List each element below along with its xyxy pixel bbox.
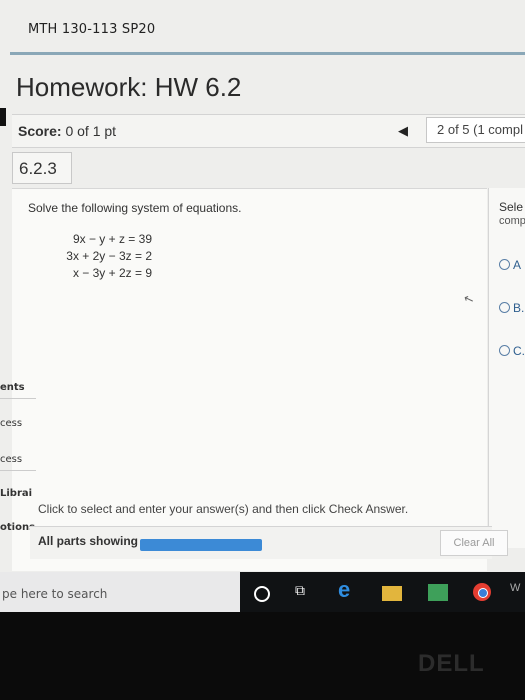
question-progress[interactable]: 2 of 5 (1 compl: [426, 117, 525, 143]
radio-icon[interactable]: [499, 259, 510, 270]
answer-prompt-line1: Sele: [499, 200, 524, 214]
sidebar-divider: [0, 398, 36, 399]
option-b-label: B.: [513, 301, 525, 315]
equation-3: x − 3y + 2z = 9: [72, 266, 152, 280]
taskbar-search-box[interactable]: pe here to search: [0, 572, 240, 612]
sidebar-item-access-2[interactable]: cess: [0, 454, 22, 465]
course-title: MTH 130-113 SP20: [28, 22, 156, 37]
header-divider: [10, 52, 525, 55]
section-box: 6.2.3: [12, 152, 72, 184]
bottom-toolbar: All parts showing Clear All: [30, 526, 508, 559]
edge-icon[interactable]: e: [338, 577, 358, 602]
windows-taskbar: pe here to search ⧉ e W: [0, 572, 525, 612]
sidebar-divider: [0, 470, 36, 471]
clear-all-button[interactable]: Clear All: [440, 530, 508, 556]
parts-progress-fill: [140, 539, 262, 551]
answer-prompt-line2: comp: [499, 215, 525, 227]
chrome-icon[interactable]: [473, 583, 491, 601]
taskbar-extra-icon[interactable]: W: [510, 582, 525, 602]
sidebar-item-library[interactable]: Librai: [0, 488, 32, 499]
task-view-icon[interactable]: ⧉: [290, 582, 310, 602]
sidebar-item-access-1[interactable]: cess: [0, 418, 22, 429]
equation-system: 9x − y + z = 39 3x + 2y − 3z = 2 x − 3y …: [48, 231, 152, 282]
score-label: Score:: [18, 123, 62, 139]
option-a-label: A: [513, 258, 522, 272]
answer-hint: Click to select and enter your answer(s)…: [38, 502, 409, 516]
monitor-brand-logo: DELL: [418, 650, 485, 677]
equation-2: 3x + 2y − 3z = 2: [66, 249, 152, 263]
question-instruction: Solve the following system of equations.: [28, 201, 242, 215]
score-text: Score: 0 of 1 pt: [18, 123, 116, 139]
store-icon[interactable]: [428, 584, 448, 601]
section-number: 6.2.3: [19, 159, 57, 178]
parts-showing-label: All parts showing: [38, 534, 139, 548]
file-explorer-icon[interactable]: [382, 586, 402, 601]
previous-question-button[interactable]: ◀: [398, 123, 408, 139]
homework-title: Homework: HW 6.2: [16, 72, 242, 102]
option-b[interactable]: B.: [499, 301, 524, 315]
radio-icon[interactable]: [499, 302, 510, 313]
left-edge-mark: [0, 108, 6, 126]
radio-icon[interactable]: [499, 345, 510, 356]
parts-progress-bar: [140, 539, 262, 551]
option-c-label: C.: [513, 344, 525, 358]
option-a[interactable]: A: [499, 258, 521, 272]
option-c[interactable]: C.: [499, 344, 525, 358]
answer-panel: Sele comp A B. C.: [488, 188, 525, 548]
sidebar-item-assignments[interactable]: ents: [0, 382, 25, 393]
score-value: 0 of 1 pt: [65, 123, 117, 139]
score-row: Score: 0 of 1 pt ◀ 2 of 5 (1 compl: [12, 114, 525, 148]
cortana-icon[interactable]: [254, 586, 270, 602]
equation-1: 9x − y + z = 39: [72, 232, 152, 246]
browser-screen: MTH 130-113 SP20 Homework: HW 6.2 Score:…: [0, 0, 525, 572]
